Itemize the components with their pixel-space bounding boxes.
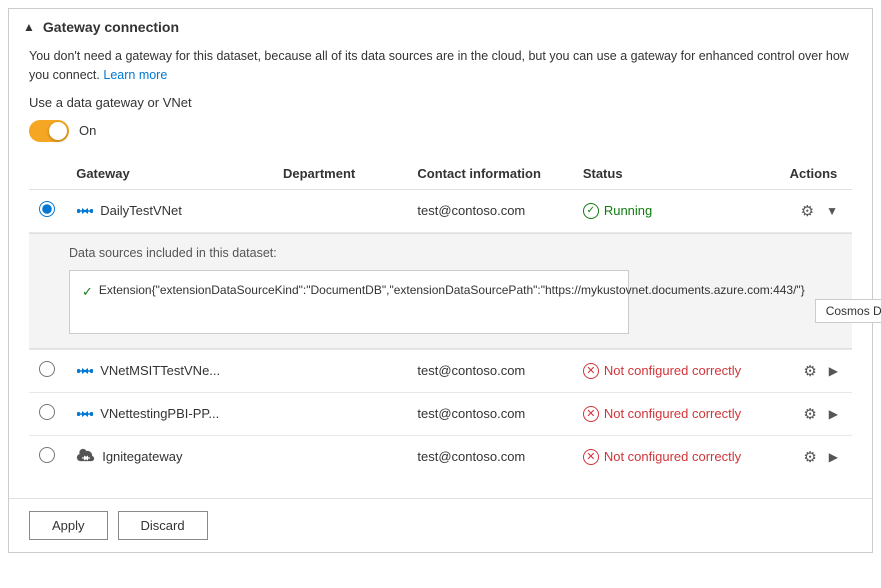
actions-cell-msit: ⚙ ▶ xyxy=(790,360,842,382)
toggle-state-label: On xyxy=(79,123,96,138)
status-err-icon-msit: ✕ xyxy=(583,363,599,379)
col-header-actions: Actions xyxy=(780,158,852,190)
status-error-badge-pbi: ✕ Not configured correctly xyxy=(583,406,770,422)
expand-button-ignite[interactable]: ▶ xyxy=(825,448,842,466)
row-contact-msit: test@contoso.com xyxy=(407,349,572,392)
row-contact-ignite: test@contoso.com xyxy=(407,435,572,478)
expand-button-msit[interactable]: ▶ xyxy=(825,362,842,380)
gateway-name-daily: DailyTestVNet xyxy=(100,203,182,218)
vnet-icon-pbi xyxy=(76,407,94,421)
cloud-icon-ignite xyxy=(76,448,96,466)
vnet-icon-msit xyxy=(76,364,94,378)
gateway-vnet-label: Use a data gateway or VNet xyxy=(29,95,852,110)
gateway-connection-panel: ▲ Gateway connection You don't need a ga… xyxy=(8,8,873,553)
maps-to-section: Maps to: Cosmos DB Azure SQL SharePoint xyxy=(805,281,881,323)
expanded-row-daily: Data sources included in this dataset: ✓… xyxy=(29,232,852,349)
row-radio-cell xyxy=(29,189,66,232)
row-actions-msit: ⚙ ▶ xyxy=(780,349,852,392)
panel-body: You don't need a gateway for this datase… xyxy=(9,43,872,494)
info-text: You don't need a gateway for this datase… xyxy=(29,47,852,85)
row-dept-msit xyxy=(273,349,407,392)
gear-button-ignite[interactable]: ⚙ xyxy=(799,446,820,468)
row-radio-msit[interactable] xyxy=(39,361,55,377)
apply-button[interactable]: Apply xyxy=(29,511,108,540)
status-error-badge-msit: ✕ Not configured correctly xyxy=(583,363,770,379)
col-header-dept: Department xyxy=(273,158,407,190)
panel-title: Gateway connection xyxy=(43,19,179,35)
row-radio-daily[interactable] xyxy=(39,201,55,217)
expanded-cell-daily: Data sources included in this dataset: ✓… xyxy=(29,232,852,349)
status-running-badge: ✓ Running xyxy=(583,203,770,219)
row-radio-ignite[interactable] xyxy=(39,447,55,463)
table-row: VNettestingPBI-PP... test@contoso.com ✕ … xyxy=(29,392,852,435)
gateway-name-msit: VNetMSITTestVNe... xyxy=(100,363,220,378)
row-actions-daily: ⚙ ▼ xyxy=(780,189,852,232)
col-header-contact: Contact information xyxy=(407,158,572,190)
gateway-name-pbi: VNettestingPBI-PP... xyxy=(100,406,219,421)
gateway-name-wrapper: DailyTestVNet xyxy=(76,203,263,218)
row-radio-cell-pbi xyxy=(29,392,66,435)
row-gateway-name-cell-pbi: VNettestingPBI-PP... xyxy=(66,392,273,435)
datasource-text: ✓ Extension{"extensionDataSourceKind":"D… xyxy=(82,281,805,302)
row-gateway-name-cell-ignite: Ignitegateway xyxy=(66,435,273,478)
datasource-section-title: Data sources included in this dataset: xyxy=(69,246,836,260)
expand-button-daily[interactable]: ▼ xyxy=(822,202,842,220)
table-row: DailyTestVNet test@contoso.com ✓ Running xyxy=(29,189,852,232)
footer-buttons: Apply Discard xyxy=(9,498,872,552)
expand-button-pbi[interactable]: ▶ xyxy=(825,405,842,423)
row-contact-daily: test@contoso.com xyxy=(407,189,572,232)
gear-button-pbi[interactable]: ⚙ xyxy=(799,403,820,425)
gateway-name-wrapper-pbi: VNettestingPBI-PP... xyxy=(76,406,263,421)
status-err-icon-ignite: ✕ xyxy=(583,449,599,465)
ds-check-icon: ✓ xyxy=(82,282,93,302)
row-gateway-name-cell: DailyTestVNet xyxy=(66,189,273,232)
col-header-radio xyxy=(29,158,66,190)
collapse-icon[interactable]: ▲ xyxy=(23,20,35,34)
row-actions-ignite: ⚙ ▶ xyxy=(780,435,852,478)
row-radio-cell-msit xyxy=(29,349,66,392)
actions-cell-daily: ⚙ ▼ xyxy=(790,200,842,222)
gateway-name-ignite: Ignitegateway xyxy=(102,449,182,464)
vnet-icon xyxy=(76,204,94,218)
row-dept-daily xyxy=(273,189,407,232)
actions-cell-pbi: ⚙ ▶ xyxy=(790,403,842,425)
learn-more-link[interactable]: Learn more xyxy=(103,68,167,82)
row-radio-pbi[interactable] xyxy=(39,404,55,420)
row-radio-cell-ignite xyxy=(29,435,66,478)
table-row: Ignitegateway test@contoso.com ✕ Not con… xyxy=(29,435,852,478)
row-status-daily: ✓ Running xyxy=(573,189,780,232)
gear-button-daily[interactable]: ⚙ xyxy=(797,200,818,222)
row-dept-ignite xyxy=(273,435,407,478)
datasource-box: ✓ Extension{"extensionDataSourceKind":"D… xyxy=(69,270,629,334)
col-header-gateway: Gateway xyxy=(66,158,273,190)
gateway-toggle[interactable] xyxy=(29,120,69,142)
row-status-ignite: ✕ Not configured correctly xyxy=(573,435,780,478)
row-status-pbi: ✕ Not configured correctly xyxy=(573,392,780,435)
expanded-content-daily: Data sources included in this dataset: ✓… xyxy=(29,233,852,349)
row-contact-pbi: test@contoso.com xyxy=(407,392,572,435)
row-actions-pbi: ⚙ ▶ xyxy=(780,392,852,435)
gateway-table: Gateway Department Contact information S… xyxy=(29,158,852,478)
gateway-name-wrapper-msit: VNetMSITTestVNe... xyxy=(76,363,263,378)
maps-to-select[interactable]: Cosmos DB Azure SQL SharePoint xyxy=(815,299,881,323)
row-dept-pbi xyxy=(273,392,407,435)
row-gateway-name-cell-msit: VNetMSITTestVNe... xyxy=(66,349,273,392)
discard-button[interactable]: Discard xyxy=(118,511,208,540)
gateway-name-wrapper-ignite: Ignitegateway xyxy=(76,448,263,466)
col-header-status: Status xyxy=(573,158,780,190)
row-status-msit: ✕ Not configured correctly xyxy=(573,349,780,392)
status-err-icon-pbi: ✕ xyxy=(583,406,599,422)
status-ok-icon: ✓ xyxy=(583,203,599,219)
toggle-row: On xyxy=(29,120,852,142)
status-error-badge-ignite: ✕ Not configured correctly xyxy=(583,449,770,465)
table-row: VNetMSITTestVNe... test@contoso.com ✕ No… xyxy=(29,349,852,392)
gear-button-msit[interactable]: ⚙ xyxy=(799,360,820,382)
panel-header: ▲ Gateway connection xyxy=(9,9,872,43)
actions-cell-ignite: ⚙ ▶ xyxy=(790,446,842,468)
